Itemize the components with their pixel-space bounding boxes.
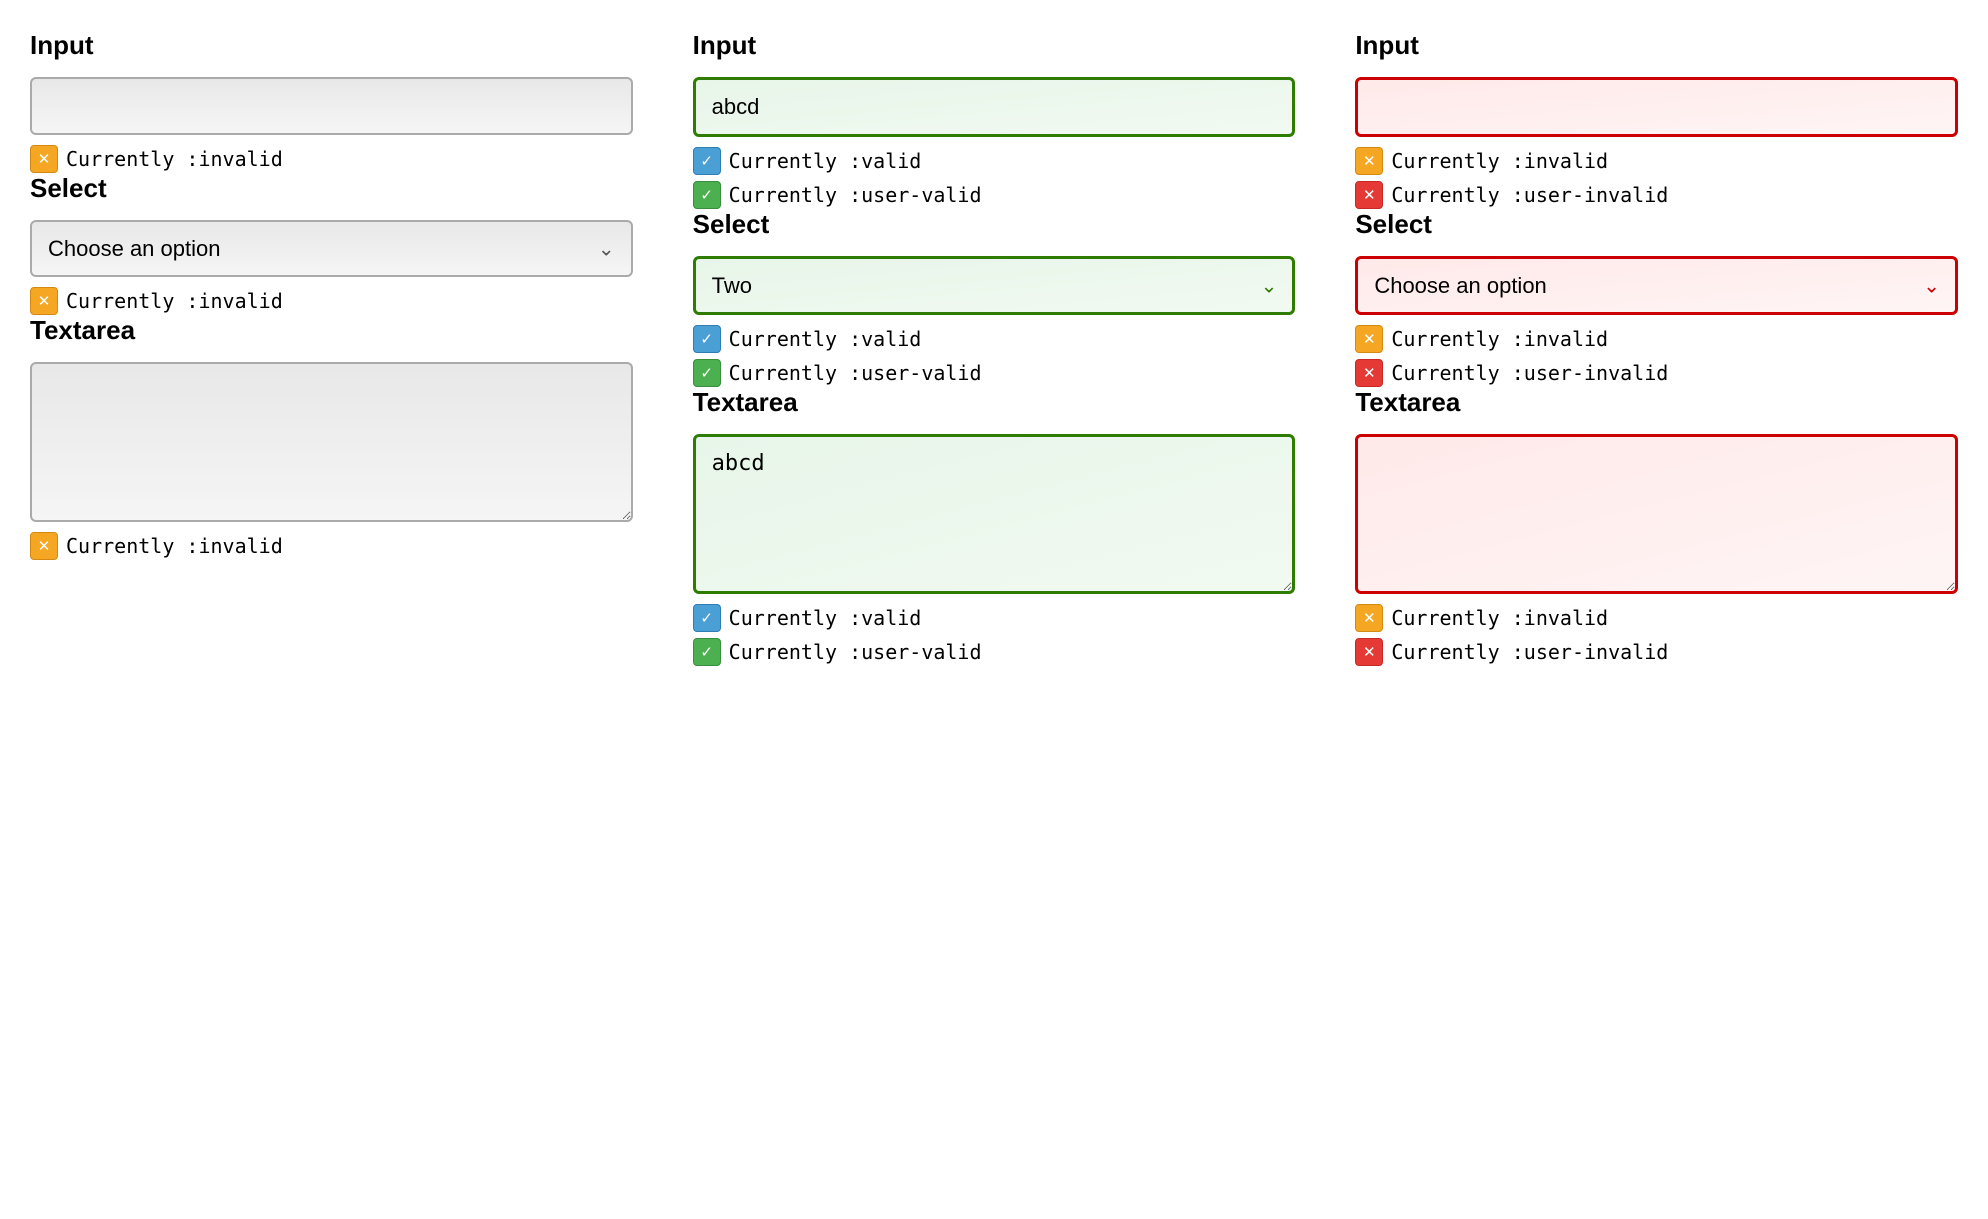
cell-input-default: Input ✕ Currently :invalid bbox=[30, 30, 633, 173]
cell-select-valid: Select Choose an option One Two Three ⌄ … bbox=[693, 209, 1296, 387]
status-item: ✓ Currently :user-valid bbox=[693, 359, 1296, 387]
textarea-label-invalid-red: Textarea bbox=[1355, 387, 1958, 418]
textarea-valid[interactable]: abcd bbox=[693, 434, 1296, 594]
textarea-default[interactable] bbox=[30, 362, 633, 522]
status-text: Currently :user-invalid bbox=[1391, 640, 1668, 664]
status-list-textarea-invalid-red: ✕ Currently :invalid ✕ Currently :user-i… bbox=[1355, 604, 1958, 666]
status-list-textarea-default: ✕ Currently :invalid bbox=[30, 532, 633, 560]
column-default: Input ✕ Currently :invalid Select Choose… bbox=[30, 30, 633, 666]
orange-x-icon: ✕ bbox=[1355, 325, 1383, 353]
status-item: ✕ Currently :user-invalid bbox=[1355, 181, 1958, 209]
textarea-label-default: Textarea bbox=[30, 315, 633, 346]
status-text: Currently :user-valid bbox=[729, 361, 982, 385]
status-item: ✕ Currently :invalid bbox=[30, 532, 633, 560]
status-text: Currently :user-valid bbox=[729, 640, 982, 664]
orange-x-icon: ✕ bbox=[30, 145, 58, 173]
status-text: Currently :user-valid bbox=[729, 183, 982, 207]
select-label-invalid-red: Select bbox=[1355, 209, 1958, 240]
input-label-invalid-red: Input bbox=[1355, 30, 1958, 61]
status-list-textarea-valid: ✓ Currently :valid ✓ Currently :user-val… bbox=[693, 604, 1296, 666]
select-wrapper-invalid-red: Choose an option One Two Three ⌄ bbox=[1355, 256, 1958, 315]
cell-textarea-default: Textarea ✕ Currently :invalid bbox=[30, 315, 633, 560]
red-x-icon: ✕ bbox=[1355, 181, 1383, 209]
status-list-input-valid: ✓ Currently :valid ✓ Currently :user-val… bbox=[693, 147, 1296, 209]
select-default[interactable]: Choose an option One Two Three bbox=[30, 220, 633, 277]
select-label-default: Select bbox=[30, 173, 633, 204]
status-text: Currently :invalid bbox=[1391, 149, 1608, 173]
green-check-icon: ✓ bbox=[693, 638, 721, 666]
status-text: Currently :valid bbox=[729, 327, 922, 351]
cell-select-default: Select Choose an option One Two Three ⌄ … bbox=[30, 173, 633, 315]
orange-x-icon: ✕ bbox=[1355, 604, 1383, 632]
orange-x-icon: ✕ bbox=[30, 532, 58, 560]
green-check-icon: ✓ bbox=[693, 359, 721, 387]
status-list-input-default: ✕ Currently :invalid bbox=[30, 145, 633, 173]
main-grid: Input ✕ Currently :invalid Select Choose… bbox=[30, 30, 1958, 666]
blue-check-icon: ✓ bbox=[693, 325, 721, 353]
status-item: ✕ Currently :invalid bbox=[1355, 147, 1958, 175]
column-invalid-red: Input ✕ Currently :invalid ✕ Currently :… bbox=[1355, 30, 1958, 666]
orange-x-icon: ✕ bbox=[1355, 147, 1383, 175]
status-list-select-invalid-red: ✕ Currently :invalid ✕ Currently :user-i… bbox=[1355, 325, 1958, 387]
status-text: Currently :invalid bbox=[66, 147, 283, 171]
input-label-valid: Input bbox=[693, 30, 1296, 61]
textarea-invalid-red[interactable] bbox=[1355, 434, 1958, 594]
status-list-select-valid: ✓ Currently :valid ✓ Currently :user-val… bbox=[693, 325, 1296, 387]
select-invalid-red[interactable]: Choose an option One Two Three bbox=[1355, 256, 1958, 315]
status-text: Currently :valid bbox=[729, 149, 922, 173]
blue-check-icon: ✓ bbox=[693, 604, 721, 632]
select-label-valid: Select bbox=[693, 209, 1296, 240]
select-valid[interactable]: Choose an option One Two Three bbox=[693, 256, 1296, 315]
status-item: ✕ Currently :invalid bbox=[30, 145, 633, 173]
column-valid: Input ✓ Currently :valid ✓ Currently :us… bbox=[693, 30, 1296, 666]
blue-check-icon: ✓ bbox=[693, 147, 721, 175]
status-item: ✕ Currently :invalid bbox=[1355, 604, 1958, 632]
status-item: ✓ Currently :user-valid bbox=[693, 638, 1296, 666]
status-text: Currently :user-invalid bbox=[1391, 183, 1668, 207]
input-default[interactable] bbox=[30, 77, 633, 135]
status-item: ✕ Currently :user-invalid bbox=[1355, 638, 1958, 666]
status-text: Currently :invalid bbox=[66, 534, 283, 558]
textarea-label-valid: Textarea bbox=[693, 387, 1296, 418]
input-label-default: Input bbox=[30, 30, 633, 61]
orange-x-icon: ✕ bbox=[30, 287, 58, 315]
status-item: ✕ Currently :invalid bbox=[30, 287, 633, 315]
status-list-input-invalid-red: ✕ Currently :invalid ✕ Currently :user-i… bbox=[1355, 147, 1958, 209]
status-item: ✓ Currently :valid bbox=[693, 325, 1296, 353]
status-item: ✕ Currently :invalid bbox=[1355, 325, 1958, 353]
green-check-icon: ✓ bbox=[693, 181, 721, 209]
status-text: Currently :user-invalid bbox=[1391, 361, 1668, 385]
status-item: ✕ Currently :user-invalid bbox=[1355, 359, 1958, 387]
status-item: ✓ Currently :valid bbox=[693, 604, 1296, 632]
status-text: Currently :invalid bbox=[1391, 606, 1608, 630]
select-wrapper-valid: Choose an option One Two Three ⌄ bbox=[693, 256, 1296, 315]
status-text: Currently :invalid bbox=[66, 289, 283, 313]
status-item: ✓ Currently :valid bbox=[693, 147, 1296, 175]
status-text: Currently :invalid bbox=[1391, 327, 1608, 351]
status-list-select-default: ✕ Currently :invalid bbox=[30, 287, 633, 315]
status-item: ✓ Currently :user-valid bbox=[693, 181, 1296, 209]
input-valid[interactable] bbox=[693, 77, 1296, 137]
red-x-icon: ✕ bbox=[1355, 359, 1383, 387]
cell-input-invalid-red: Input ✕ Currently :invalid ✕ Currently :… bbox=[1355, 30, 1958, 209]
select-wrapper-default: Choose an option One Two Three ⌄ bbox=[30, 220, 633, 277]
red-x-icon: ✕ bbox=[1355, 638, 1383, 666]
cell-select-invalid-red: Select Choose an option One Two Three ⌄ … bbox=[1355, 209, 1958, 387]
input-invalid-red[interactable] bbox=[1355, 77, 1958, 137]
cell-input-valid: Input ✓ Currently :valid ✓ Currently :us… bbox=[693, 30, 1296, 209]
cell-textarea-valid: Textarea abcd ✓ Currently :valid ✓ Curre… bbox=[693, 387, 1296, 666]
cell-textarea-invalid-red: Textarea ✕ Currently :invalid ✕ Currentl… bbox=[1355, 387, 1958, 666]
status-text: Currently :valid bbox=[729, 606, 922, 630]
